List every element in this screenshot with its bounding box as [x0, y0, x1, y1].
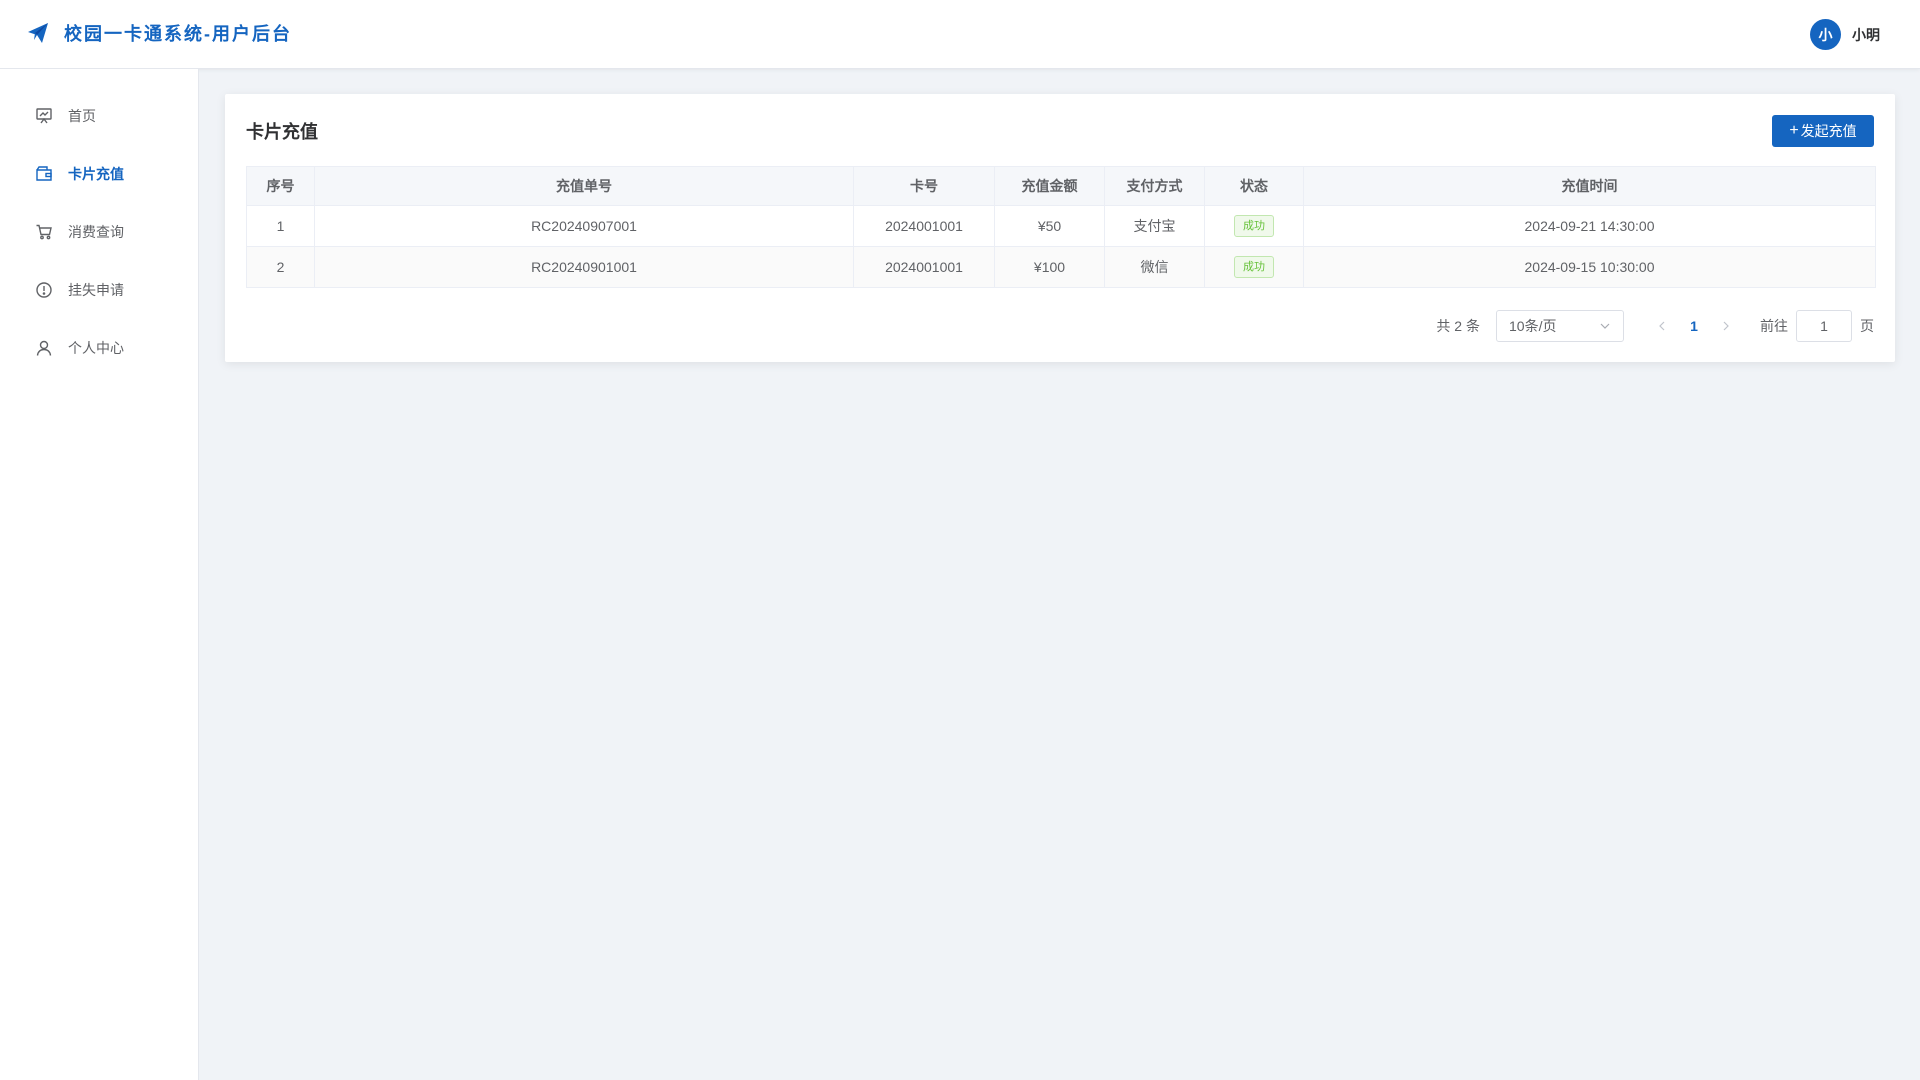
sidebar-item-consumption-query[interactable]: 消费查询: [0, 203, 198, 261]
cell-index: 2: [246, 246, 315, 288]
goto-suffix: 页: [1860, 318, 1874, 334]
username[interactable]: 小明: [1852, 25, 1880, 45]
cell-status: 成功: [1204, 246, 1304, 288]
recharge-table: 序号 充值单号 卡号 充值金额 支付方式 状态 充值时间 1 RC2024090…: [246, 166, 1876, 288]
recharge-card: 卡片充值 + 发起充值 序号 充值单号 卡号 充值金额 支付方式 状态 充值时间: [225, 94, 1895, 362]
chevron-left-icon: [1659, 321, 1665, 331]
page-size-select[interactable]: 10条/页: [1496, 310, 1624, 342]
table-row[interactable]: 1 RC20240907001 2024001001 ¥50 支付宝 成功 20…: [246, 205, 1876, 247]
chevron-right-icon: [1723, 321, 1729, 331]
sidebar-item-label: 消费查询: [68, 224, 124, 240]
cell-card-no: 2024001001: [853, 205, 995, 247]
sidebar-item-profile[interactable]: 个人中心: [0, 319, 198, 377]
col-header-amount: 充值金额: [994, 166, 1105, 206]
status-badge: 成功: [1234, 256, 1274, 278]
col-header-time: 充值时间: [1303, 166, 1876, 206]
cell-amount: ¥50: [994, 205, 1105, 247]
pagination: 共 2 条 10条/页 1 前往 页: [1436, 310, 1874, 342]
cell-card-no: 2024001001: [853, 246, 995, 288]
col-header-index: 序号: [246, 166, 315, 206]
table-header-row: 序号 充值单号 卡号 充值金额 支付方式 状态 充值时间: [246, 166, 1876, 206]
start-recharge-label: 发起充值: [1800, 123, 1857, 139]
cell-order-no: RC20240907001: [314, 205, 854, 247]
sidebar-item-card-recharge[interactable]: 卡片充值: [0, 145, 198, 203]
prev-page-button[interactable]: [1648, 312, 1676, 340]
col-header-payment: 支付方式: [1104, 166, 1205, 206]
wallet-icon: [35, 165, 53, 183]
brand: 校园一卡通系统-用户后台: [26, 20, 292, 46]
avatar[interactable]: 小: [1810, 19, 1841, 50]
cell-payment: 微信: [1104, 246, 1205, 288]
col-header-status: 状态: [1204, 166, 1304, 206]
sidebar-item-home[interactable]: 首页: [0, 87, 198, 145]
goto-page-input[interactable]: [1796, 310, 1852, 342]
total-count: 共 2 条: [1436, 318, 1480, 334]
top-header: 校园一卡通系统-用户后台 小 小明: [0, 0, 1920, 69]
user-icon: [35, 339, 53, 357]
app-title: 校园一卡通系统-用户后台: [64, 24, 292, 44]
cell-amount: ¥100: [994, 246, 1105, 288]
next-page-button[interactable]: [1712, 312, 1740, 340]
goto-label: 前往: [1760, 318, 1788, 334]
sidebar: 首页 卡片充值 消费查询 挂失申请 个人中心: [0, 69, 199, 1080]
sidebar-item-loss-report[interactable]: 挂失申请: [0, 261, 198, 319]
sidebar-item-label: 卡片充值: [68, 166, 124, 182]
sidebar-item-label: 首页: [68, 108, 96, 124]
cell-time: 2024-09-15 10:30:00: [1303, 246, 1876, 288]
status-badge: 成功: [1234, 215, 1274, 237]
start-recharge-button[interactable]: + 发起充值: [1772, 115, 1874, 147]
alert-circle-icon: [35, 281, 53, 299]
cell-payment: 支付宝: [1104, 205, 1205, 247]
paper-plane-icon: [26, 21, 50, 45]
chevron-down-icon: [1599, 320, 1611, 332]
cell-time: 2024-09-21 14:30:00: [1303, 205, 1876, 247]
table-row[interactable]: 2 RC20240901001 2024001001 ¥100 微信 成功 20…: [246, 246, 1876, 288]
cart-icon: [35, 223, 53, 241]
cell-order-no: RC20240901001: [314, 246, 854, 288]
plus-icon: +: [1789, 122, 1799, 139]
page-number-current[interactable]: 1: [1676, 318, 1712, 334]
col-header-card-no: 卡号: [853, 166, 995, 206]
cell-status: 成功: [1204, 205, 1304, 247]
sidebar-item-label: 挂失申请: [68, 282, 124, 298]
sidebar-item-label: 个人中心: [68, 340, 124, 356]
presentation-chart-icon: [35, 107, 53, 125]
col-header-order-no: 充值单号: [314, 166, 854, 206]
page-size-value: 10条/页: [1509, 318, 1557, 334]
cell-index: 1: [246, 205, 315, 247]
user-menu[interactable]: 小 小明: [1810, 19, 1880, 50]
page-title: 卡片充值: [246, 122, 318, 142]
